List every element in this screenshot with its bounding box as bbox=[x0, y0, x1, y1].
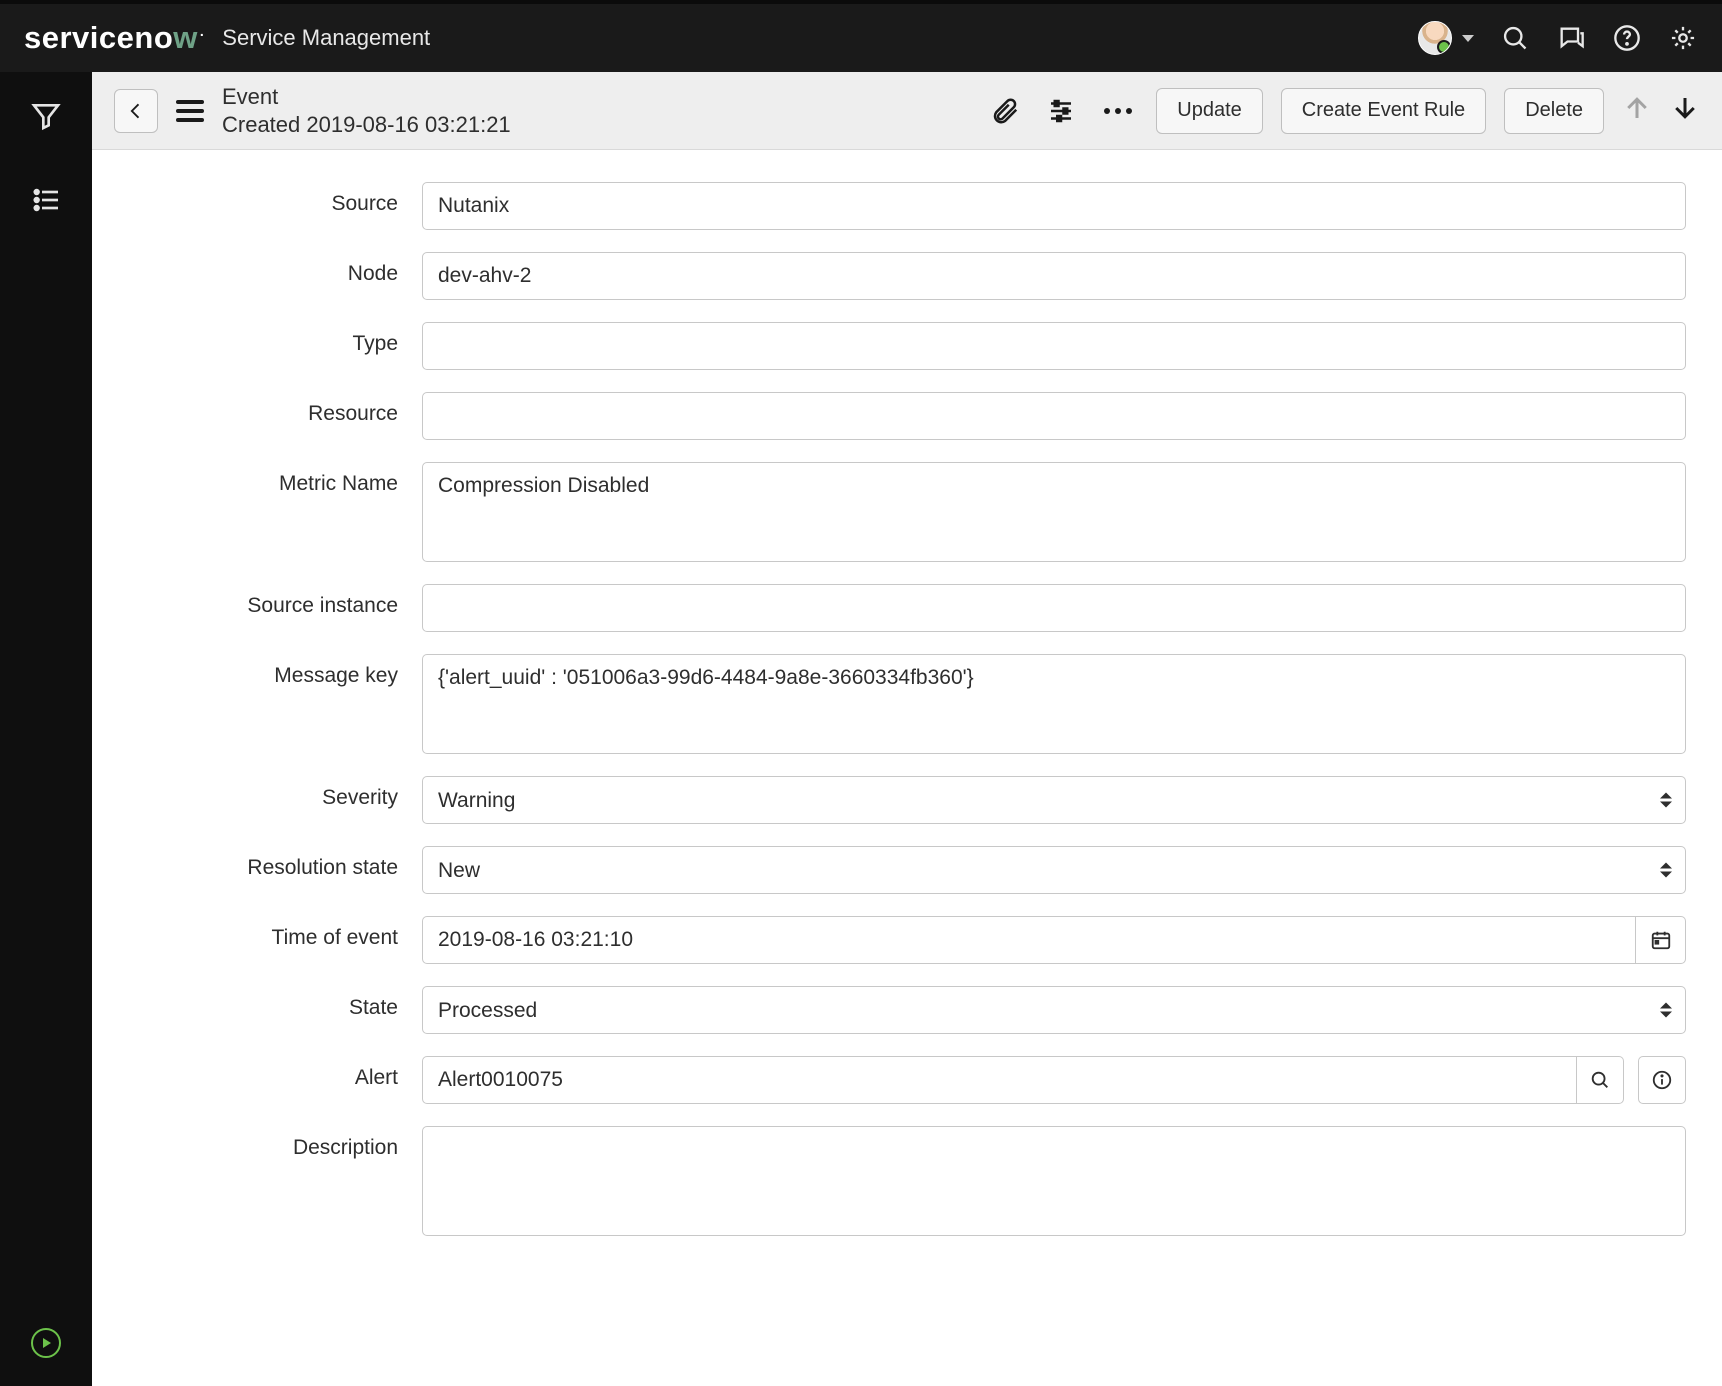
label-node: Node bbox=[92, 252, 422, 286]
message-key-input[interactable]: {'alert_uuid' : '051006a3-99d6-4484-9a8e… bbox=[422, 654, 1686, 754]
form-title: Event Created 2019-08-16 03:21:21 bbox=[222, 83, 511, 138]
calendar-icon[interactable] bbox=[1636, 916, 1686, 964]
severity-select[interactable]: Warning bbox=[422, 776, 1686, 824]
user-menu[interactable] bbox=[1418, 21, 1474, 55]
type-input[interactable] bbox=[422, 322, 1686, 370]
source-instance-input[interactable] bbox=[422, 584, 1686, 632]
label-type: Type bbox=[92, 322, 422, 356]
filter-icon[interactable] bbox=[30, 100, 62, 138]
chevron-down-icon bbox=[1462, 35, 1474, 42]
label-time-of-event: Time of event bbox=[92, 916, 422, 950]
attachments-icon[interactable] bbox=[986, 92, 1024, 130]
label-state: State bbox=[92, 986, 422, 1020]
app-title: Service Management bbox=[222, 25, 430, 51]
label-description: Description bbox=[92, 1126, 422, 1160]
label-source-instance: Source instance bbox=[92, 584, 422, 618]
back-button[interactable] bbox=[114, 89, 158, 133]
label-metric-name: Metric Name bbox=[92, 462, 422, 496]
delete-button[interactable]: Delete bbox=[1504, 88, 1604, 134]
resolution-state-select[interactable]: New bbox=[422, 846, 1686, 894]
create-event-rule-button[interactable]: Create Event Rule bbox=[1281, 88, 1486, 134]
more-actions-icon[interactable] bbox=[1098, 92, 1138, 130]
description-input[interactable] bbox=[422, 1126, 1686, 1236]
label-resource: Resource bbox=[92, 392, 422, 426]
node-input[interactable] bbox=[422, 252, 1686, 300]
info-icon[interactable] bbox=[1638, 1056, 1686, 1104]
logo-text-pre: serviceno bbox=[24, 20, 173, 56]
label-resolution-state: Resolution state bbox=[92, 846, 422, 880]
alert-reference-input[interactable] bbox=[422, 1056, 1577, 1104]
label-severity: Severity bbox=[92, 776, 422, 810]
avatar bbox=[1418, 21, 1452, 55]
record-created-label: Created 2019-08-16 03:21:21 bbox=[222, 111, 511, 139]
record-type-label: Event bbox=[222, 83, 511, 111]
lookup-icon[interactable] bbox=[1577, 1056, 1624, 1104]
banner-right bbox=[1418, 21, 1698, 55]
product-logo[interactable]: servicenow. bbox=[24, 20, 204, 56]
label-alert: Alert bbox=[92, 1056, 422, 1090]
logo-accent: w bbox=[173, 20, 198, 56]
all-applications-icon[interactable] bbox=[30, 184, 62, 222]
form-header: Event Created 2019-08-16 03:21:21 Update… bbox=[92, 72, 1722, 150]
global-search-icon[interactable] bbox=[1500, 23, 1530, 53]
time-of-event-input[interactable] bbox=[422, 916, 1636, 964]
tour-play-icon[interactable] bbox=[31, 1328, 61, 1358]
label-message-key: Message key bbox=[92, 654, 422, 688]
chat-icon[interactable] bbox=[1556, 23, 1586, 53]
next-record-icon[interactable] bbox=[1670, 93, 1700, 129]
personalize-form-icon[interactable] bbox=[1042, 92, 1080, 130]
global-banner: servicenow. Service Management bbox=[0, 0, 1722, 72]
previous-record-icon bbox=[1622, 93, 1652, 129]
state-select[interactable]: Processed bbox=[422, 986, 1686, 1034]
settings-gear-icon[interactable] bbox=[1668, 23, 1698, 53]
metric-name-input[interactable]: Compression Disabled bbox=[422, 462, 1686, 562]
logo-dot: . bbox=[200, 23, 204, 39]
form-context-menu-icon[interactable] bbox=[176, 100, 204, 122]
update-button[interactable]: Update bbox=[1156, 88, 1263, 134]
source-input[interactable] bbox=[422, 182, 1686, 230]
form-body[interactable]: Source Node Type Resource Metric Name Co… bbox=[92, 150, 1722, 1386]
resource-input[interactable] bbox=[422, 392, 1686, 440]
help-icon[interactable] bbox=[1612, 23, 1642, 53]
navigator-rail bbox=[0, 72, 92, 1386]
label-source: Source bbox=[92, 182, 422, 216]
main-frame: Event Created 2019-08-16 03:21:21 Update… bbox=[92, 72, 1722, 1386]
